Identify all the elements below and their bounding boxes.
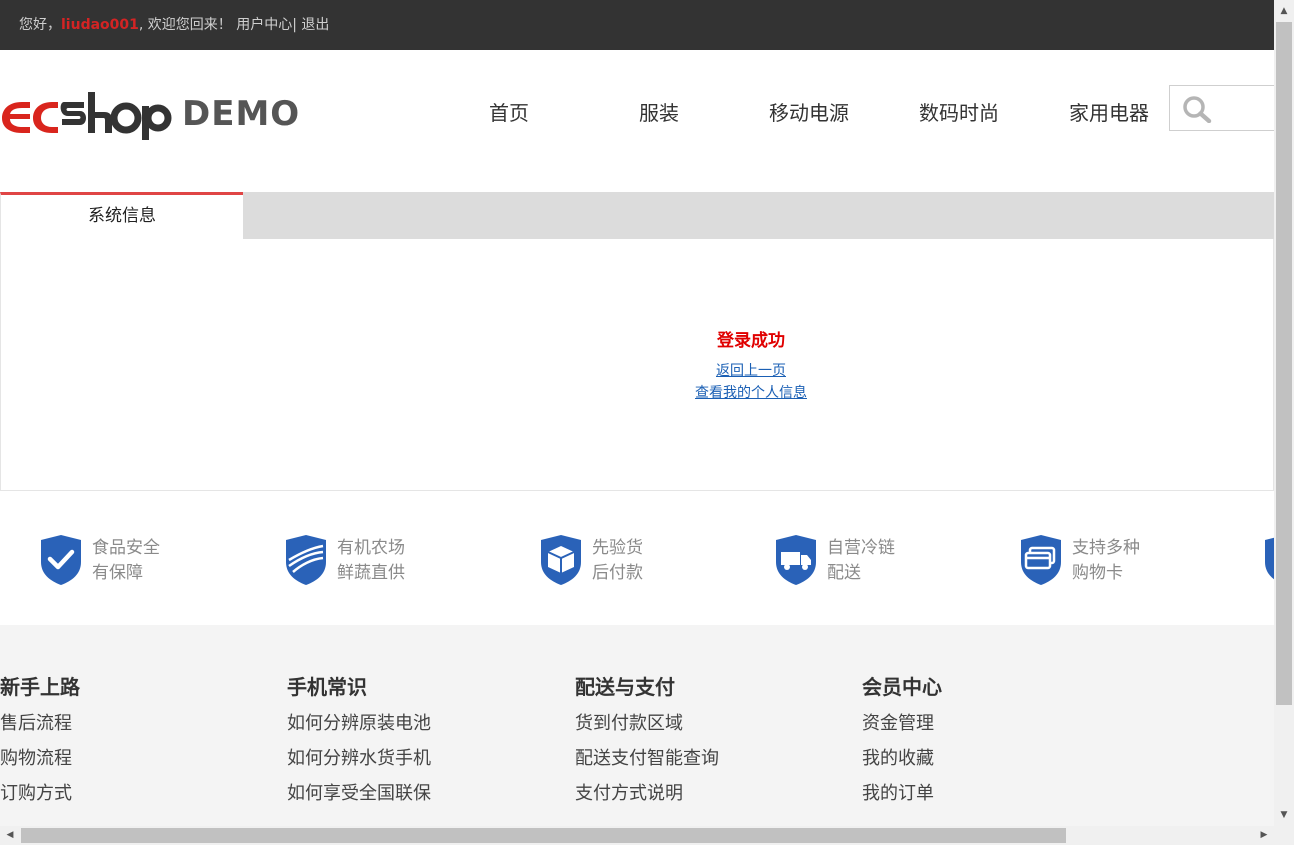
vertical-scroll-thumb[interactable] [1276,22,1292,705]
footer-column-newbie: 新手上路 售后流程 购物流程 订购方式 [0,673,80,811]
nav-item-home[interactable]: 首页 [434,95,584,131]
search-icon[interactable] [1182,95,1212,123]
footer-link[interactable]: 配送支付智能查询 [575,741,719,776]
nav-item-appliances[interactable]: 家用电器 [1034,95,1184,131]
username: liudao001 [61,17,139,33]
logout-link[interactable]: 退出 [301,17,329,33]
footer-link[interactable]: 售后流程 [0,706,80,741]
shield-box-icon [541,535,581,585]
service-line1: 先验货 [592,538,643,558]
scroll-down-icon[interactable]: ▼ [1274,806,1294,824]
welcome-text: , 欢迎您回来！ [138,17,232,33]
shield-truck-icon [776,535,816,585]
scroll-up-icon[interactable]: ▲ [1274,2,1294,20]
top-bar: 您好，liudao001, 欢迎您回来！ 用户中心| 退出 [0,0,1274,50]
footer-column-title: 会员中心 [862,675,942,699]
footer-link[interactable]: 如何分辨原装电池 [287,706,431,741]
footer: 新手上路 售后流程 购物流程 订购方式 手机常识 如何分辨原装电池 如何分辨水货… [0,625,1274,826]
footer-link[interactable]: 支付方式说明 [575,776,719,811]
service-line1: 支持多种 [1072,538,1140,558]
shield-icon [1265,537,1274,580]
service-line1: 有机农场 [337,538,405,558]
footer-column-delivery: 配送与支付 货到付款区域 配送支付智能查询 支付方式说明 [575,673,719,811]
ecshop-logo-icon [2,92,172,140]
service-line2: 配送 [827,563,861,583]
service-line2: 有保障 [92,563,143,583]
service-line2: 后付款 [592,563,643,583]
nav-item-digital[interactable]: 数码时尚 [884,95,1034,131]
shield-card-icon [1021,535,1061,585]
vertical-scrollbar[interactable]: ▲ ▼ [1274,0,1294,826]
message-panel: 登录成功 返回上一页 查看我的个人信息 [0,239,1274,491]
footer-column-phone-tips: 手机常识 如何分辨原装电池 如何分辨水货手机 如何享受全国联保 [287,673,431,811]
footer-link[interactable]: 货到付款区域 [575,706,719,741]
footer-column-title: 新手上路 [0,675,80,699]
horizontal-scroll-thumb[interactable] [21,828,1066,843]
nav-item-power-bank[interactable]: 移动电源 [734,95,884,131]
separator: | [292,17,297,33]
service-line2: 购物卡 [1072,563,1123,583]
footer-link[interactable]: 订购方式 [0,776,80,811]
footer-link[interactable]: 如何享受全国联保 [287,776,431,811]
footer-column-title: 手机常识 [287,675,367,699]
service-line1: 自营冷链 [827,538,895,558]
footer-column-title: 配送与支付 [575,675,675,699]
logo-demo-text: DEMO [182,94,301,134]
main-nav: 首页 服装 移动电源 数码时尚 家用电器 [434,95,1184,131]
service-guarantees: 食品安全 有保障 有机农场 鲜蔬直供 先验货 后付款 自营冷链 配送 支持多种 … [0,510,1274,610]
scroll-left-icon[interactable]: ◀ [2,826,18,845]
service-line2: 鲜蔬直供 [337,563,405,583]
back-link[interactable]: 返回上一页 [1,360,1274,380]
service-line1: 食品安全 [92,538,160,558]
page-viewport: 您好，liudao001, 欢迎您回来！ 用户中心| 退出 DEMO 首页 服装… [0,0,1274,826]
nav-item-clothing[interactable]: 服装 [584,95,734,131]
greeting-text: 您好， [19,17,61,33]
login-success-title: 登录成功 [717,331,785,351]
footer-column-member: 会员中心 资金管理 我的收藏 我的订单 [862,673,942,811]
site-logo[interactable]: DEMO [0,88,299,140]
footer-link[interactable]: 我的收藏 [862,741,942,776]
search-input[interactable] [1169,85,1274,131]
footer-link[interactable]: 我的订单 [862,776,942,811]
scrollbar-corner [1274,826,1294,845]
shield-farm-icon [286,535,326,585]
footer-link[interactable]: 如何分辨水货手机 [287,741,431,776]
scroll-right-icon[interactable]: ▶ [1256,826,1272,845]
user-center-link[interactable]: 用户中心 [236,17,292,33]
shield-check-icon [41,535,81,585]
footer-link[interactable]: 资金管理 [862,706,942,741]
tab-system-info[interactable]: 系统信息 [0,192,243,239]
profile-link[interactable]: 查看我的个人信息 [1,382,1274,402]
horizontal-scrollbar[interactable]: ◀ ▶ [0,826,1274,845]
footer-link[interactable]: 购物流程 [0,741,80,776]
